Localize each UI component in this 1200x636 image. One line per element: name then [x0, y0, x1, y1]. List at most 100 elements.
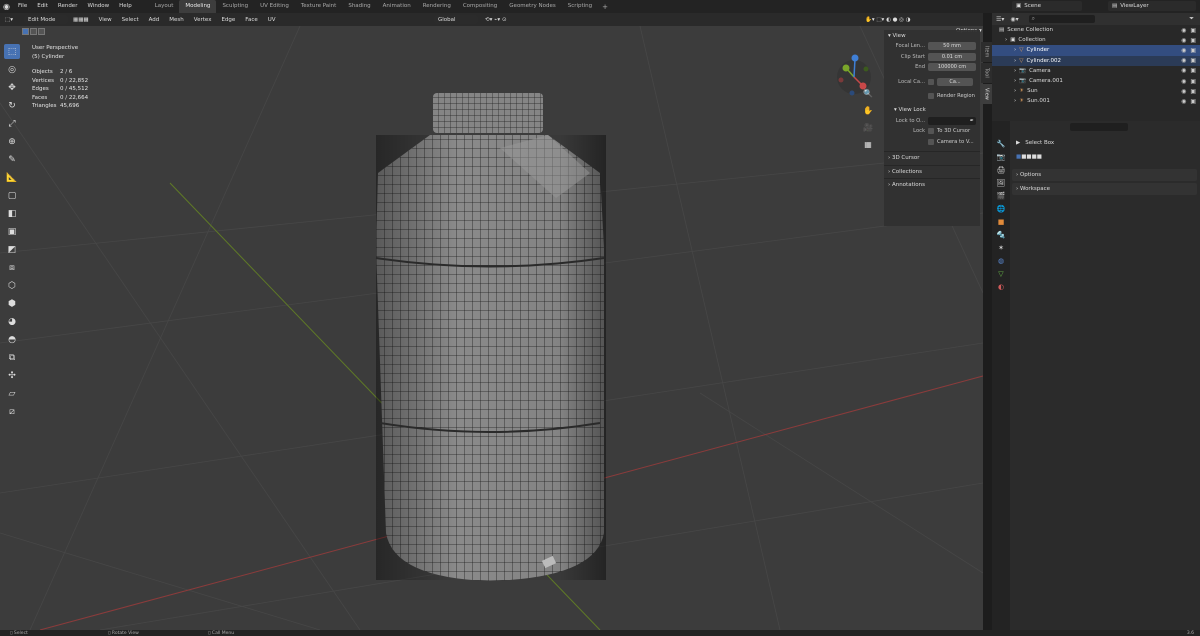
eye-icon[interactable]: ◉: [1181, 47, 1186, 54]
inset-tool-icon[interactable]: ▣: [4, 224, 20, 239]
camera-render-icon[interactable]: ▣: [1190, 57, 1196, 64]
face-select-icon[interactable]: [38, 28, 45, 35]
outliner-search-input[interactable]: ⌕: [1028, 15, 1095, 23]
properties-search-input[interactable]: [1070, 123, 1128, 131]
tab-uv-editing[interactable]: UV Editing: [254, 0, 295, 13]
section-collections[interactable]: › Collections: [884, 164, 980, 179]
local-camera-field[interactable]: Ca...: [937, 77, 973, 86]
expand-arrow-icon[interactable]: ›: [1014, 98, 1016, 104]
viewport-menu-vertex[interactable]: Vertex: [189, 17, 217, 23]
clip-end-field[interactable]: 100000 cm: [928, 63, 976, 72]
workspace-panel-header[interactable]: › Workspace: [1012, 183, 1197, 195]
local-camera-checkbox[interactable]: [928, 78, 934, 85]
expand-arrow-icon[interactable]: ›: [1014, 88, 1016, 94]
menu-window[interactable]: Window: [82, 0, 114, 13]
camera-render-icon[interactable]: ▣: [1190, 98, 1196, 105]
view-lock-header[interactable]: ▾ View Lock: [884, 105, 980, 116]
measure-tool-icon[interactable]: 📐: [4, 170, 20, 185]
mode-selector[interactable]: Edit Mode: [24, 15, 68, 24]
eye-icon[interactable]: ◉: [1181, 37, 1186, 44]
section-annotations[interactable]: › Annotations: [884, 178, 980, 192]
tab-modeling[interactable]: Modeling: [179, 0, 217, 13]
outliner-row-camera-001[interactable]: › 📷 Camera.001 ◉ ▣: [992, 76, 1200, 86]
camera-render-icon[interactable]: ▣: [1190, 47, 1196, 54]
scene-selector[interactable]: ▣ Scene: [1012, 1, 1082, 11]
camera-render-icon[interactable]: ▣: [1190, 37, 1196, 44]
viewport-menu-face[interactable]: Face: [240, 17, 262, 23]
tab-shading[interactable]: Shading: [342, 0, 376, 13]
sidebar-tab-tool[interactable]: Tool: [981, 63, 992, 83]
viewport-menu-view[interactable]: View: [94, 17, 117, 23]
tab-texture-paint[interactable]: Texture Paint: [295, 0, 343, 13]
shear-tool-icon[interactable]: ▱: [4, 386, 20, 401]
orientation-selector[interactable]: Global: [434, 15, 478, 24]
eye-icon[interactable]: ◉: [1181, 88, 1186, 95]
edge-slide-tool-icon[interactable]: ⧉: [4, 350, 20, 365]
camera-view-icon[interactable]: 🎥: [862, 121, 874, 133]
outliner-row-sun[interactable]: › ☀ Sun ◉ ▣: [992, 86, 1200, 96]
lock-3d-cursor-checkbox[interactable]: [928, 128, 934, 135]
knife-tool-icon[interactable]: ⬡: [4, 278, 20, 293]
display-mode-icon[interactable]: ◉▾: [1010, 16, 1018, 23]
modifier-tab-icon[interactable]: 🔩: [996, 230, 1006, 240]
expand-arrow-icon[interactable]: ›: [1005, 37, 1007, 43]
clip-start-field[interactable]: 0.01 cm: [928, 52, 976, 61]
tab-geometry-nodes[interactable]: Geometry Nodes: [503, 0, 561, 13]
material-tab-icon[interactable]: ◐: [996, 282, 1006, 292]
expand-arrow-icon[interactable]: ›: [1014, 78, 1016, 84]
output-tab-icon[interactable]: 🖨: [996, 165, 1006, 175]
tab-rendering[interactable]: Rendering: [417, 0, 457, 13]
outliner-row-scene-collection[interactable]: ▤ Scene Collection ◉ ▣: [992, 25, 1200, 35]
outliner-row-camera[interactable]: › 📷 Camera ◉ ▣: [992, 66, 1200, 76]
tab-layout[interactable]: Layout: [149, 0, 180, 13]
outliner-row-collection[interactable]: › ▣ Collection ◉ ▣: [992, 35, 1200, 45]
camera-to-view-checkbox[interactable]: [928, 138, 934, 145]
pan-hand-icon[interactable]: ✋: [862, 104, 874, 116]
eye-icon[interactable]: ◉: [1181, 98, 1186, 105]
data-tab-icon[interactable]: ▽: [996, 269, 1006, 279]
render-region-checkbox[interactable]: [928, 93, 934, 100]
zoom-icon[interactable]: 🔍: [862, 87, 874, 99]
view-toggle-icons[interactable]: ▦▦▦: [68, 17, 94, 23]
sidebar-tab-item[interactable]: Item: [981, 42, 992, 62]
select-box-tool-icon[interactable]: ⬚: [4, 44, 20, 59]
expand-arrow-icon[interactable]: ›: [1014, 47, 1016, 53]
outliner-row-cylinder-002[interactable]: › ▽ Cylinder.002 ◉ ▣: [992, 55, 1200, 66]
vertex-select-icon[interactable]: [22, 28, 29, 35]
options-panel-header[interactable]: › Options: [1012, 169, 1197, 181]
editor-type-icon[interactable]: ⬚▾: [0, 17, 20, 23]
lock-to-object-field[interactable]: ✒: [928, 116, 976, 125]
camera-render-icon[interactable]: ▣: [1190, 67, 1196, 74]
menu-render[interactable]: Render: [53, 0, 83, 13]
outliner-editor-icon[interactable]: ☰▾: [996, 16, 1004, 23]
outliner-row-cylinder[interactable]: › ▽ Cylinder ◉ ▣: [992, 45, 1200, 56]
smooth-tool-icon[interactable]: ◓: [4, 332, 20, 347]
object-tab-icon[interactable]: ■: [996, 217, 1006, 227]
eye-icon[interactable]: ◉: [1181, 27, 1186, 34]
eye-icon[interactable]: ◉: [1181, 57, 1186, 64]
bevel-tool-icon[interactable]: ◩: [4, 242, 20, 257]
focal-length-field[interactable]: 50 mm: [928, 42, 976, 51]
edge-select-icon[interactable]: [30, 28, 37, 35]
selection-mode-icons[interactable]: ■ ■■■■: [1012, 151, 1197, 163]
particles-tab-icon[interactable]: ✶: [996, 243, 1006, 253]
eye-icon[interactable]: ◉: [1181, 67, 1186, 74]
menu-edit[interactable]: Edit: [32, 0, 53, 13]
add-cube-tool-icon[interactable]: ▢: [4, 188, 20, 203]
shading-mode-icons[interactable]: ✋▾ ⬚▾ ◐ ● ◎ ◑: [860, 17, 916, 23]
pivot-snap-icons[interactable]: ⟲▾ ⌁▾ ⊙: [480, 17, 512, 23]
menu-file[interactable]: File: [13, 0, 32, 13]
move-tool-icon[interactable]: ✥: [4, 80, 20, 95]
filter-icon[interactable]: ⏷: [1189, 15, 1194, 23]
eyedropper-icon[interactable]: ✒: [970, 118, 974, 124]
viewport-menu-mesh[interactable]: Mesh: [164, 17, 188, 23]
menu-help[interactable]: Help: [114, 0, 137, 13]
expand-arrow-icon[interactable]: ›: [1014, 58, 1016, 64]
blender-logo-icon[interactable]: ◉: [0, 0, 13, 13]
active-tool-row[interactable]: ▶ Select Box: [1012, 137, 1197, 149]
transform-tool-icon[interactable]: ⊕: [4, 134, 20, 149]
add-workspace-button[interactable]: +: [598, 3, 612, 11]
scale-tool-icon[interactable]: ⤢: [4, 116, 20, 131]
tab-scripting[interactable]: Scripting: [562, 0, 598, 13]
tab-animation[interactable]: Animation: [377, 0, 417, 13]
